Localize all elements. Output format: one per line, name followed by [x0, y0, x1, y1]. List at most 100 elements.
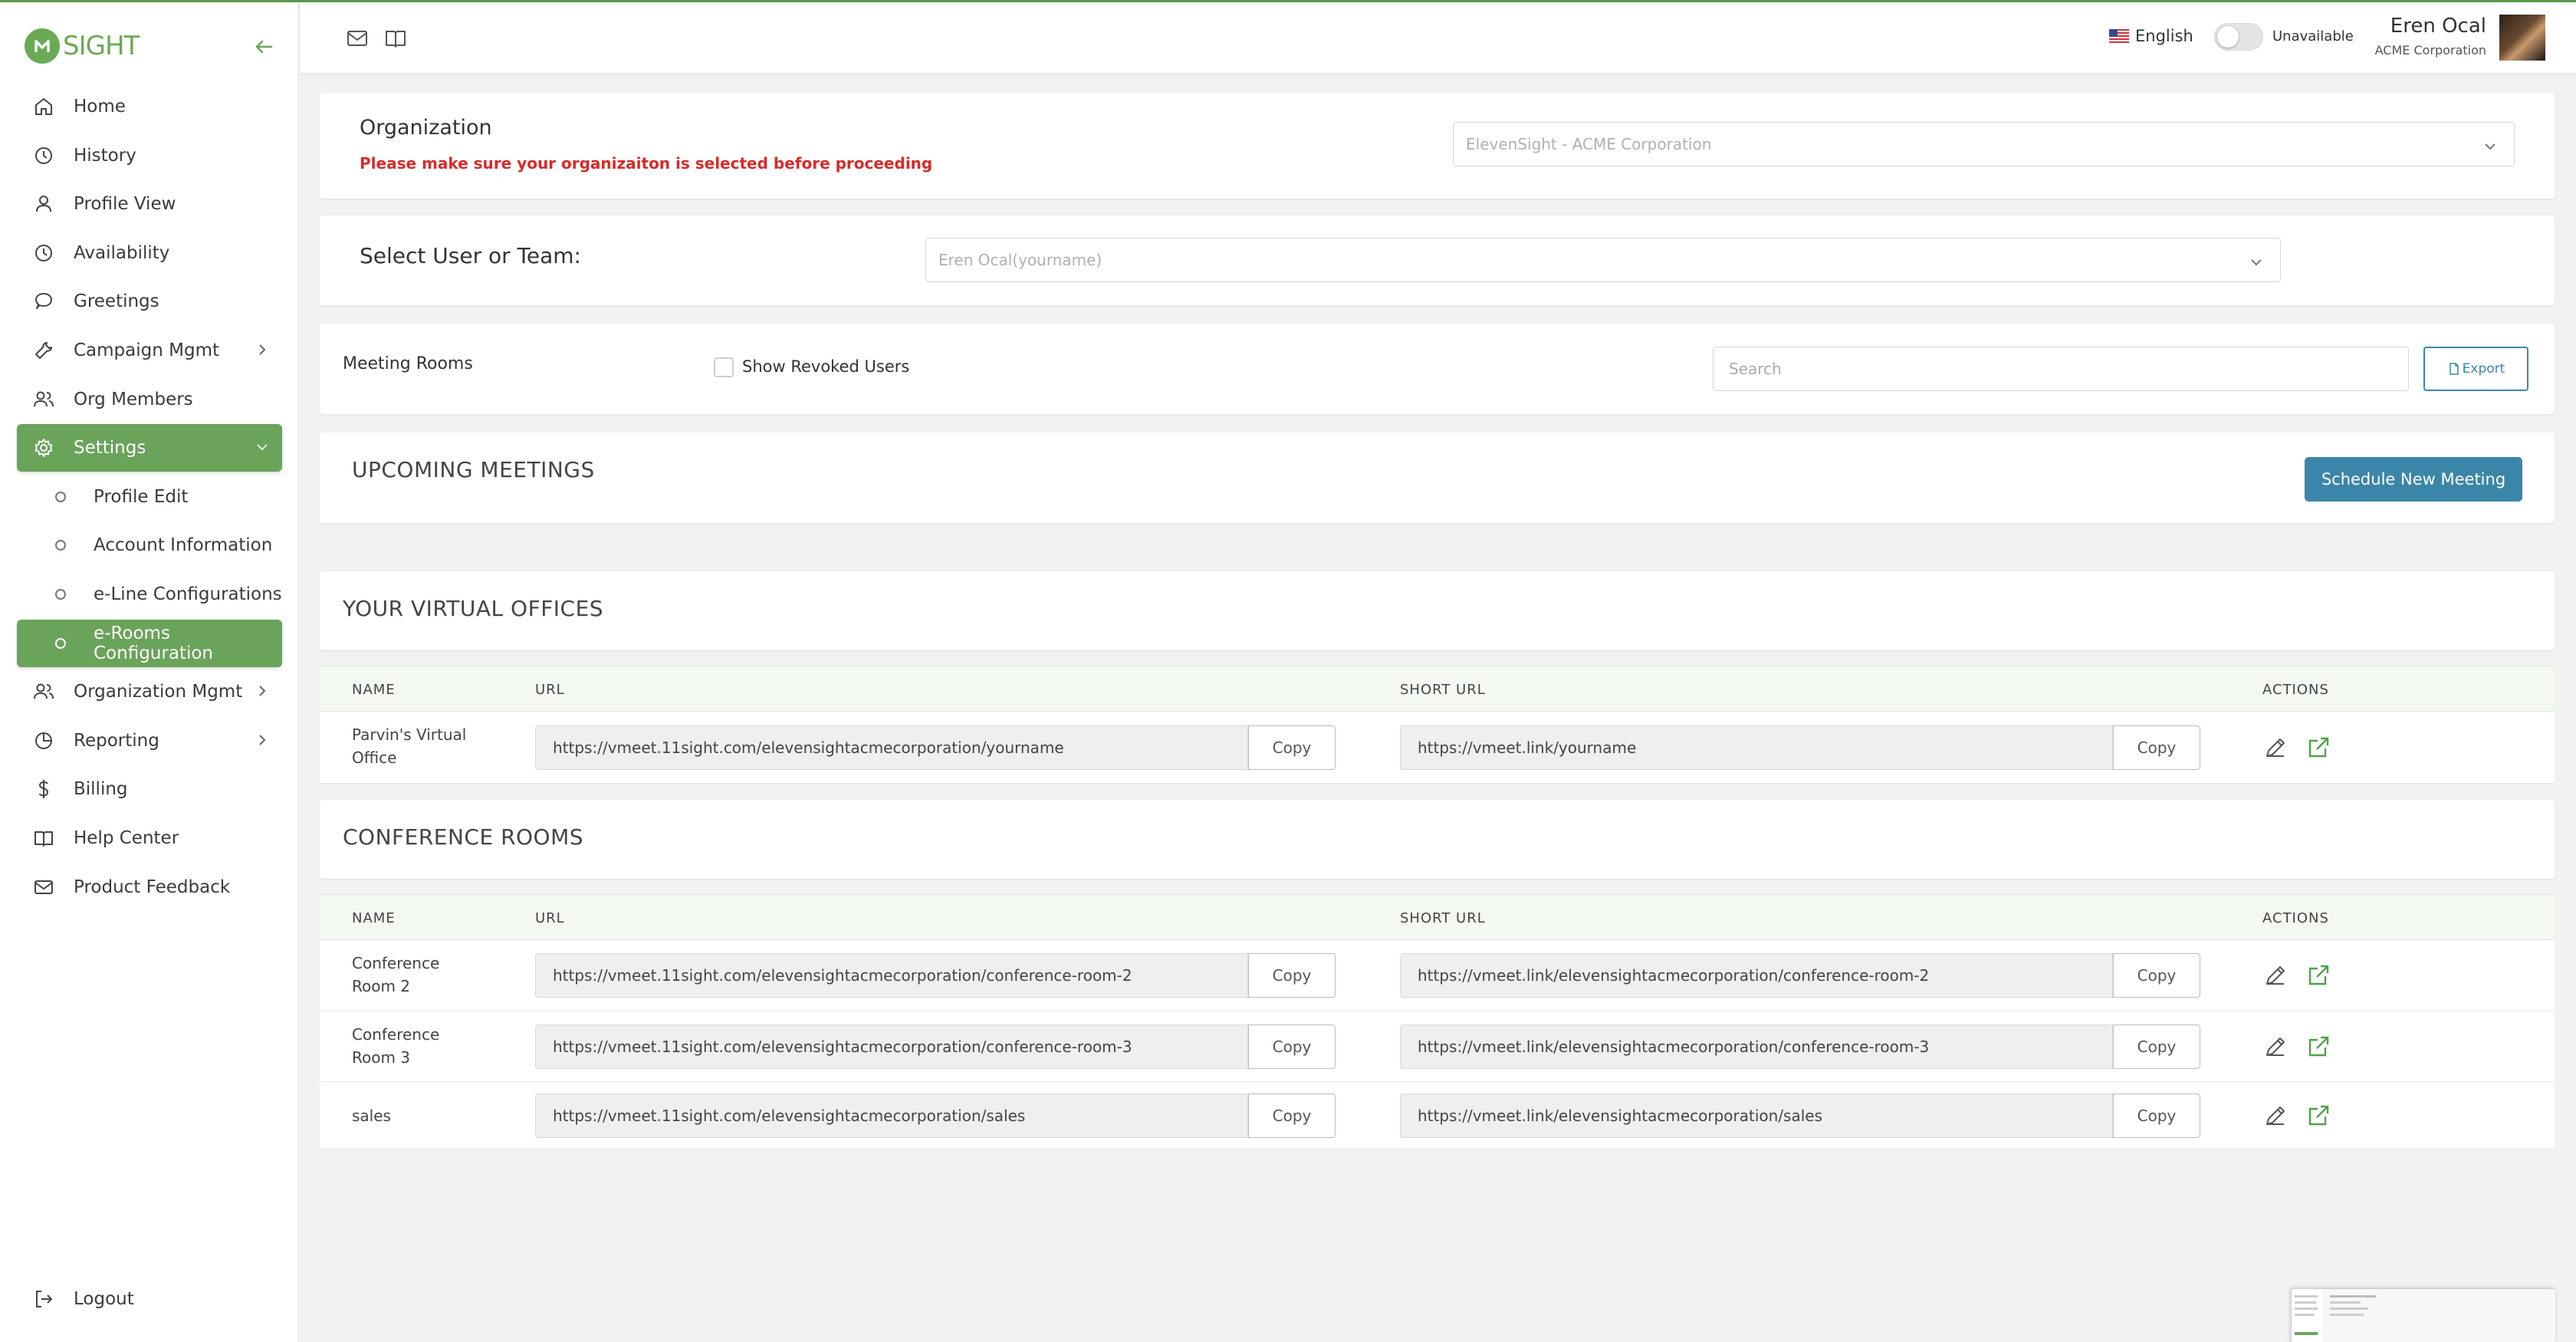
sidebar-item-profile-edit[interactable]: Profile Edit: [17, 473, 282, 521]
organization-selected: ElevenSight - ACME Corporation: [1466, 135, 1712, 153]
organization-warning: Please make sure your organizaiton is se…: [360, 154, 933, 173]
edit-pencil-icon[interactable]: [2262, 1103, 2288, 1129]
external-link-icon[interactable]: [2305, 1034, 2331, 1060]
sidebar-item-label: Product Feedback: [74, 877, 231, 897]
row-name-line-2: Room 2: [352, 977, 411, 995]
thumbnail-preview-icon: [2292, 1289, 2555, 1342]
sidebar-nav: Home History Profile View Availability G…: [17, 83, 282, 912]
short-url-field[interactable]: https://vmeet.link/elevensightacmecorpor…: [1400, 953, 2113, 998]
url-field[interactable]: https://vmeet.11sight.com/elevensightacm…: [535, 725, 1248, 770]
external-link-icon[interactable]: [2305, 1103, 2331, 1129]
sidebar-item-label: Availability: [74, 242, 170, 263]
url-field[interactable]: https://vmeet.11sight.com/elevensightacm…: [535, 953, 1248, 998]
sidebar-item-campaign-mgmt[interactable]: Campaign Mgmt: [17, 327, 282, 374]
copy-short-url-button[interactable]: Copy: [2113, 725, 2200, 770]
row-name-line-2: Office: [352, 748, 397, 767]
sidebar-item-settings[interactable]: Settings: [17, 424, 282, 472]
column-header-name: NAME: [352, 910, 396, 926]
avatar[interactable]: [2499, 15, 2545, 61]
sidebar-item-product-feedback[interactable]: Product Feedback: [17, 863, 282, 911]
conference-rooms-header: CONFERENCE ROOMS: [320, 800, 2555, 879]
search-input[interactable]: Search: [1713, 347, 2409, 391]
organization-card: Organization Please make sure your organ…: [320, 93, 2555, 199]
schedule-new-meeting-button[interactable]: Schedule New Meeting: [2305, 457, 2522, 502]
meeting-rooms-label: Meeting Rooms: [343, 354, 473, 373]
copy-url-button[interactable]: Copy: [1248, 725, 1336, 770]
gear-icon: [34, 439, 53, 458]
sidebar-item-billing[interactable]: Billing: [17, 765, 282, 813]
short-url-field[interactable]: https://vmeet.link/elevensightacmecorpor…: [1400, 1094, 2113, 1138]
sidebar-item-eline-configurations[interactable]: e-Line Configurations: [17, 571, 282, 618]
users-icon: [34, 391, 54, 406]
dollar-icon: [38, 780, 49, 799]
virtual-offices-table-header: NAME URL SHORT URL ACTIONS: [320, 666, 2555, 712]
sidebar-item-label: e-Rooms Configuration: [94, 623, 213, 663]
table-row: Conference Room 3 https://vmeet.11sight.…: [320, 1011, 2555, 1082]
short-url-field[interactable]: https://vmeet.link/yourname: [1400, 725, 2113, 770]
logo-text: SIGHT: [63, 31, 140, 61]
conference-rooms-table-header: NAME URL SHORT URL ACTIONS: [320, 894, 2555, 940]
edit-pencil-icon[interactable]: [2262, 735, 2288, 761]
copy-short-url-button[interactable]: Copy: [2113, 1025, 2200, 1069]
book-icon[interactable]: [384, 27, 407, 50]
table-row: Conference Room 2 https://vmeet.11sight.…: [320, 940, 2555, 1011]
sidebar-item-help-center[interactable]: Help Center: [17, 814, 282, 862]
copy-url-button[interactable]: Copy: [1248, 1025, 1336, 1069]
sidebar-item-label: Profile Edit: [94, 486, 189, 507]
collapse-sidebar-arrow-icon[interactable]: [251, 35, 276, 59]
schedule-new-meeting-label: Schedule New Meeting: [2321, 470, 2506, 488]
chevron-right-icon: [259, 686, 266, 696]
logout-link[interactable]: Logout: [32, 1288, 134, 1311]
upcoming-meetings-card: UPCOMING MEETINGS Schedule New Meeting: [320, 433, 2555, 523]
copy-url-button[interactable]: Copy: [1248, 1094, 1336, 1138]
sidebar-item-greetings[interactable]: Greetings: [17, 278, 282, 325]
sidebar-item-erooms-configuration[interactable]: e-Rooms Configuration: [17, 619, 282, 667]
sidebar-item-label: Reporting: [74, 730, 159, 751]
copy-short-url-button[interactable]: Copy: [2113, 953, 2200, 998]
meeting-rooms-card: Meeting Rooms Show Revoked Users Search …: [320, 324, 2555, 414]
search-placeholder: Search: [1729, 360, 1782, 378]
user-icon: [36, 196, 51, 212]
language-selector[interactable]: English: [2109, 27, 2193, 45]
user-name: Eren Ocal: [2390, 15, 2486, 38]
sidebar-item-organization-mgmt[interactable]: Organization Mgmt: [17, 668, 282, 715]
sidebar-item-account-information[interactable]: Account Information: [17, 521, 282, 569]
column-header-url: URL: [535, 910, 565, 926]
organization-select[interactable]: ElevenSight - ACME Corporation: [1453, 122, 2515, 166]
sidebar-item-label: Profile View: [74, 194, 176, 215]
logout-icon: [36, 1291, 53, 1307]
copy-url-button[interactable]: Copy: [1248, 953, 1336, 998]
edit-pencil-icon[interactable]: [2262, 962, 2288, 988]
short-url-field[interactable]: https://vmeet.link/elevensightacmecorpor…: [1400, 1025, 2113, 1069]
external-link-icon[interactable]: [2305, 962, 2331, 988]
sidebar-item-home[interactable]: Home: [17, 83, 282, 130]
sidebar-item-label: Account Information: [94, 535, 273, 556]
show-revoked-checkbox[interactable]: [714, 357, 734, 377]
export-button[interactable]: Export: [2423, 347, 2528, 391]
column-header-actions: ACTIONS: [2262, 682, 2329, 698]
chevron-right-icon: [259, 344, 266, 355]
edit-pencil-icon[interactable]: [2262, 1034, 2288, 1060]
upcoming-meetings-title: UPCOMING MEETINGS: [352, 457, 595, 482]
sidebar-item-label: History: [74, 145, 136, 166]
url-field[interactable]: https://vmeet.11sight.com/elevensightacm…: [535, 1025, 1248, 1069]
logo[interactable]: SIGHT: [25, 28, 140, 64]
screenshot-thumbnail[interactable]: [2291, 1288, 2555, 1342]
copy-short-url-button[interactable]: Copy: [2113, 1094, 2200, 1138]
sidebar-item-profile-view[interactable]: Profile View: [17, 180, 282, 228]
sidebar-item-org-members[interactable]: Org Members: [17, 376, 282, 423]
user-team-select[interactable]: Eren Ocal(yourname): [925, 238, 2281, 282]
bullet-icon: [55, 637, 66, 649]
table-row: sales https://vmeet.11sight.com/elevensi…: [320, 1082, 2555, 1150]
sidebar-item-availability[interactable]: Availability: [17, 229, 282, 277]
sidebar-item-reporting[interactable]: Reporting: [17, 717, 282, 765]
mail-icon[interactable]: [346, 27, 369, 50]
url-field[interactable]: https://vmeet.11sight.com/elevensightacm…: [535, 1094, 1248, 1138]
row-name: sales: [352, 1104, 391, 1127]
bullet-icon: [55, 540, 66, 551]
sidebar-item-history[interactable]: History: [17, 132, 282, 179]
sidebar-item-label: Home: [74, 97, 126, 117]
external-link-icon[interactable]: [2305, 735, 2331, 761]
row-name-line-1: sales: [352, 1107, 391, 1125]
availability-toggle[interactable]: [2214, 23, 2263, 51]
